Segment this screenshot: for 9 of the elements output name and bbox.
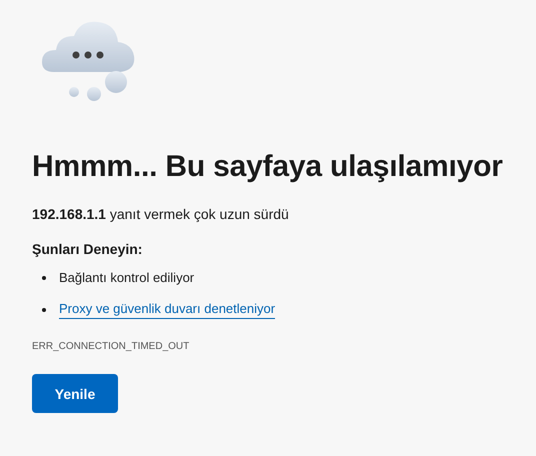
bullet-dot — [42, 308, 46, 312]
refresh-button[interactable]: Yenile — [32, 374, 118, 413]
suggestion-link[interactable]: Proxy ve güvenlik duvarı denetleniyor — [59, 301, 276, 319]
page-heading: Hmmm... Bu sayfaya ulaşılamıyor — [32, 150, 503, 184]
suggestions-heading: Şunları Deneyin: — [32, 241, 142, 257]
suggestion-text: Bağlantı kontrol ediliyor — [59, 270, 194, 285]
bullet-dot — [42, 276, 46, 280]
error-code: ERR_CONNECTION_TIMED_OUT — [32, 341, 190, 352]
error-message: 192.168.1.1 yanıt vermek çok uzun sürdü — [32, 206, 289, 222]
